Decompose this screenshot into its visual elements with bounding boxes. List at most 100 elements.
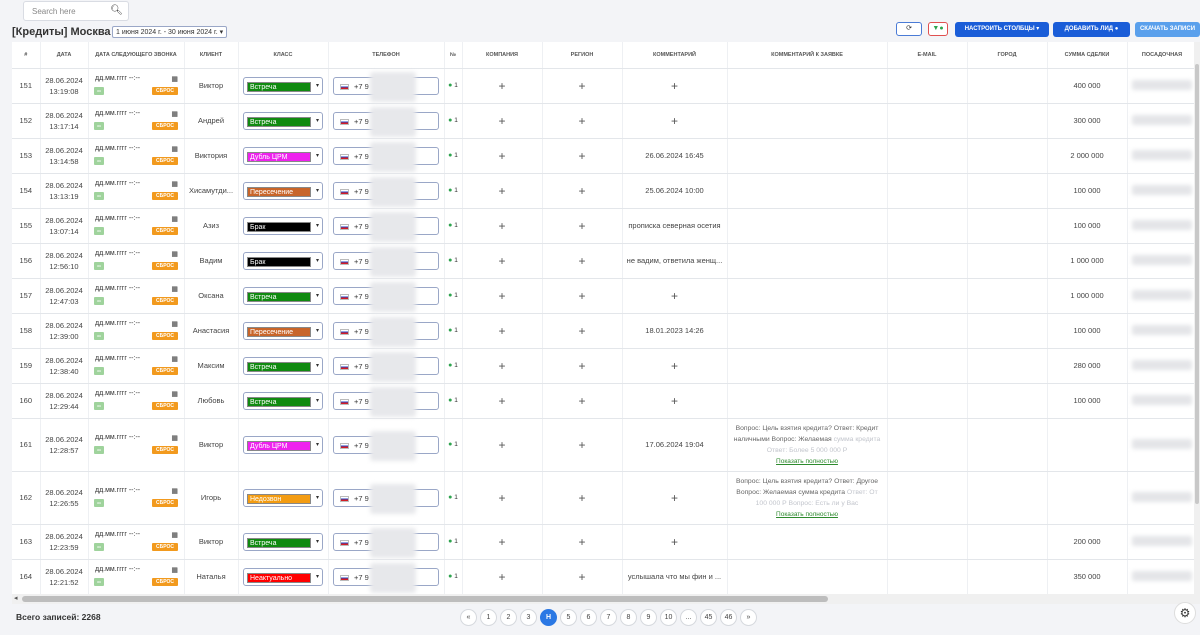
class-select[interactable]: Пересечение ▾: [243, 181, 323, 200]
ok-button[interactable]: ок: [94, 402, 104, 410]
page-button[interactable]: 10: [660, 609, 677, 626]
ok-button[interactable]: ок: [94, 157, 104, 165]
column-header[interactable]: КЛАСС: [238, 42, 329, 69]
table-row[interactable]: 152 28.06.2024 13:17:14 дд.мм.гггг --:-- ▦ ок…: [12, 103, 1200, 139]
column-header[interactable]: СУММА СДЕЛКИ: [1047, 42, 1128, 69]
next-call-input[interactable]: дд.мм.гггг --:-- ▦: [92, 566, 180, 577]
calendar-icon[interactable]: ▦: [171, 355, 178, 363]
column-header[interactable]: КОММЕНТАРИЙ К ЗАЯВКЕ: [727, 42, 888, 69]
column-header[interactable]: №: [444, 42, 463, 69]
ok-button[interactable]: ок: [94, 87, 104, 95]
columns-button[interactable]: НАСТРОИТЬ СТОЛБЦЫ ▾: [955, 22, 1049, 37]
column-header[interactable]: ДАТА: [40, 42, 89, 69]
next-call-input[interactable]: дд.мм.гггг --:-- ▦: [92, 110, 180, 121]
column-header[interactable]: #: [12, 42, 41, 69]
add-region-icon[interactable]: +: [542, 208, 623, 244]
table-row[interactable]: 162 28.06.2024 12:26:55 дд.мм.гггг --:-- ▦ ок…: [12, 471, 1200, 525]
phone-input[interactable]: +7 9: [333, 106, 439, 137]
calendar-icon[interactable]: ▦: [171, 285, 178, 293]
column-header[interactable]: ДАТА СЛЕДУЮЩЕГО ЗВОНКА: [88, 42, 185, 69]
class-select[interactable]: Неактуально ▾: [243, 567, 323, 586]
reset-button[interactable]: СБРОС: [152, 578, 178, 586]
next-call-input[interactable]: дд.мм.гггг --:-- ▦: [92, 320, 180, 331]
phone-input[interactable]: +7 9: [333, 430, 439, 461]
add-region-icon[interactable]: +: [542, 418, 623, 472]
reset-button[interactable]: СБРОС: [152, 332, 178, 340]
page-button[interactable]: 1: [480, 609, 497, 626]
reset-button[interactable]: СБРОС: [152, 87, 178, 95]
flag-ru-icon[interactable]: [340, 574, 349, 581]
add-company-icon[interactable]: +: [462, 278, 543, 314]
calendar-icon[interactable]: ▦: [171, 320, 178, 328]
table-row[interactable]: 161 28.06.2024 12:28:57 дд.мм.гггг --:-- ▦ ок…: [12, 418, 1200, 472]
calendar-icon[interactable]: ▦: [171, 215, 178, 223]
add-comment-icon[interactable]: +: [622, 278, 728, 314]
add-region-icon[interactable]: +: [542, 313, 623, 349]
class-select[interactable]: Дубль ЦРМ ▾: [243, 435, 323, 454]
next-call-input[interactable]: дд.мм.гггг --:-- ▦: [92, 180, 180, 191]
next-call-input[interactable]: дд.мм.гггг --:-- ▦: [92, 75, 180, 86]
phone-input[interactable]: +7 9: [333, 527, 439, 558]
reset-button[interactable]: СБРОС: [152, 402, 178, 410]
ok-button[interactable]: ок: [94, 192, 104, 200]
class-select[interactable]: Встреча ▾: [243, 111, 323, 130]
horizontal-scrollbar[interactable]: ◂: [12, 594, 1200, 604]
add-region-icon[interactable]: +: [542, 559, 623, 595]
calendar-icon[interactable]: ▦: [171, 390, 178, 398]
calendar-icon[interactable]: ▦: [171, 434, 178, 442]
phone-input[interactable]: +7 9: [333, 386, 439, 417]
calendar-icon[interactable]: ▦: [171, 110, 178, 118]
add-lead-button[interactable]: ДОБАВИТЬ ЛИД ●: [1053, 22, 1130, 37]
page-button[interactable]: 46: [720, 609, 737, 626]
table-row[interactable]: 157 28.06.2024 12:47:03 дд.мм.гггг --:-- ▦ ок…: [12, 278, 1200, 314]
add-region-icon[interactable]: +: [542, 68, 623, 104]
flag-ru-icon[interactable]: [340, 83, 349, 90]
page-button[interactable]: 45: [700, 609, 717, 626]
next-call-input[interactable]: дд.мм.гггг --:-- ▦: [92, 145, 180, 156]
class-select[interactable]: Брак ▾: [243, 216, 323, 235]
add-comment-icon[interactable]: +: [622, 348, 728, 384]
phone-input[interactable]: +7 9: [333, 562, 439, 593]
comment-text[interactable]: услышала что мы фин и ...: [622, 559, 728, 595]
column-header[interactable]: КЛИЕНТ: [184, 42, 239, 69]
class-select[interactable]: Встреча ▾: [243, 391, 323, 410]
add-company-icon[interactable]: +: [462, 243, 543, 279]
add-region-icon[interactable]: +: [542, 383, 623, 419]
add-company-icon[interactable]: +: [462, 103, 543, 139]
class-select[interactable]: Встреча ▾: [243, 76, 323, 95]
next-call-input[interactable]: дд.мм.гггг --:-- ▦: [92, 355, 180, 366]
add-company-icon[interactable]: +: [462, 418, 543, 472]
flag-ru-icon[interactable]: [340, 442, 349, 449]
table-row[interactable]: 158 28.06.2024 12:39:00 дд.мм.гггг --:-- ▦ ок…: [12, 313, 1200, 349]
comment-text[interactable]: не вадим, ответила женщ...: [622, 243, 728, 279]
ok-button[interactable]: ок: [94, 122, 104, 130]
add-company-icon[interactable]: +: [462, 313, 543, 349]
phone-input[interactable]: +7 9: [333, 71, 439, 102]
add-company-icon[interactable]: +: [462, 383, 543, 419]
next-call-input[interactable]: дд.мм.гггг --:-- ▦: [92, 390, 180, 401]
add-region-icon[interactable]: +: [542, 103, 623, 139]
add-region-icon[interactable]: +: [542, 348, 623, 384]
page-button[interactable]: 8: [620, 609, 637, 626]
ok-button[interactable]: ок: [94, 446, 104, 454]
next-call-input[interactable]: дд.мм.гггг --:-- ▦: [92, 531, 180, 542]
reset-button[interactable]: СБРОС: [152, 367, 178, 375]
page-button-active[interactable]: Н: [540, 609, 557, 626]
page-button[interactable]: 6: [580, 609, 597, 626]
flag-ru-icon[interactable]: [340, 118, 349, 125]
column-header[interactable]: E-MAIL: [887, 42, 968, 69]
column-header[interactable]: КОМПАНИЯ: [462, 42, 543, 69]
class-select[interactable]: Встреча ▾: [243, 356, 323, 375]
next-call-input[interactable]: дд.мм.гггг --:-- ▦: [92, 285, 180, 296]
column-header[interactable]: ГОРОД: [967, 42, 1048, 69]
phone-input[interactable]: +7 9: [333, 141, 439, 172]
add-region-icon[interactable]: +: [542, 173, 623, 209]
phone-input[interactable]: +7 9: [333, 281, 439, 312]
class-select[interactable]: Встреча ▾: [243, 286, 323, 305]
add-comment-icon[interactable]: +: [622, 524, 728, 560]
search-icon[interactable]: 🔍︎: [110, 5, 123, 16]
phone-input[interactable]: +7 9: [333, 316, 439, 347]
add-region-icon[interactable]: +: [542, 138, 623, 174]
column-header[interactable]: РЕГИОН: [542, 42, 623, 69]
add-region-icon[interactable]: +: [542, 524, 623, 560]
